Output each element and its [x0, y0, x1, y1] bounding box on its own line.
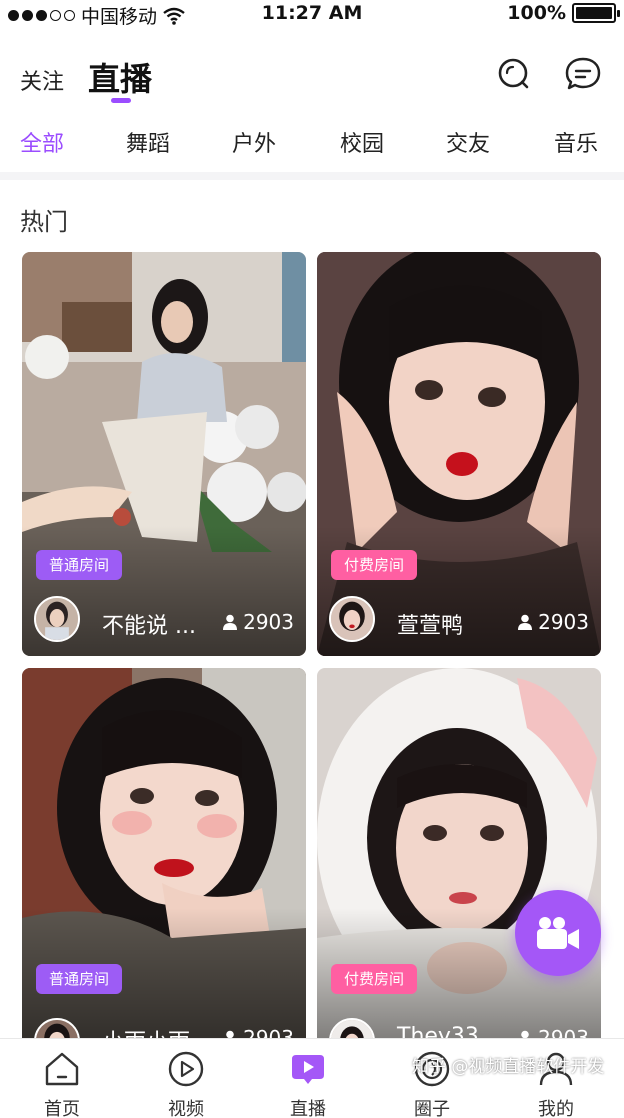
nav-live-label: 直播 — [290, 1099, 326, 1118]
category-tab-friends[interactable]: 交友 — [446, 126, 490, 158]
battery-percent: 100% — [507, 2, 566, 24]
room-type-badge: 付费房间 — [331, 964, 417, 994]
nav-circle-label: 圈子 — [414, 1099, 450, 1118]
anchor-avatar[interactable] — [34, 596, 80, 642]
anchor-avatar[interactable] — [329, 596, 375, 642]
anchor-name: 萱萱鸭 — [397, 614, 464, 639]
category-tab-dance[interactable]: 舞蹈 — [126, 126, 170, 158]
message-icon[interactable] — [563, 54, 603, 94]
anchor-name: 不能说 ... — [102, 614, 196, 639]
tab-follow[interactable]: 关注 — [20, 64, 64, 96]
home-icon — [45, 1052, 79, 1086]
live-room-card[interactable]: 普通房间 小雨小雨 2903 — [22, 668, 306, 1038]
search-icon[interactable] — [494, 54, 534, 94]
video-camera-icon — [537, 917, 579, 949]
tab-live[interactable]: 直播 — [88, 54, 152, 100]
category-tab-campus[interactable]: 校园 — [340, 126, 384, 158]
room-type-badge: 普通房间 — [36, 550, 122, 580]
nav-home-label: 首页 — [44, 1099, 80, 1118]
live-room-card[interactable]: 付费房间 萱萱鸭 2903 — [317, 252, 601, 656]
active-tab-indicator — [111, 98, 131, 103]
section-divider — [0, 172, 624, 180]
category-tab-outdoor[interactable]: 户外 — [232, 126, 276, 158]
viewer-count: 2903 — [223, 1026, 294, 1038]
nav-profile[interactable]: 我的 — [516, 1039, 596, 1118]
bottom-navigation: 首页 视频 直播 圈子 我的 — [0, 1038, 624, 1118]
watermark: 知乎 @视频直播软件开发 — [412, 1057, 605, 1077]
viewer-count: 2903 — [223, 610, 294, 634]
category-tabs: 全部 舞蹈 户外 校园 交友 音乐 — [0, 118, 624, 164]
section-title: 热门 — [20, 208, 68, 236]
viewer-count-value: 2903 — [538, 1026, 589, 1038]
anchor-name: They33 — [397, 1024, 479, 1038]
play-circle-icon — [168, 1051, 204, 1087]
battery-status: 100% — [507, 2, 620, 24]
start-live-button[interactable] — [515, 890, 601, 976]
category-tab-music[interactable]: 音乐 — [554, 126, 598, 158]
live-room-card[interactable]: 付费房间 They33 2903 — [317, 668, 601, 1038]
viewer-count-value: 2903 — [538, 610, 589, 634]
nav-video[interactable]: 视频 — [146, 1039, 226, 1118]
nav-home[interactable]: 首页 — [22, 1039, 102, 1118]
nav-circle[interactable]: 圈子 — [392, 1039, 472, 1118]
battery-icon — [572, 3, 620, 23]
person-icon — [518, 614, 533, 630]
person-icon — [521, 1030, 529, 1038]
live-play-icon — [292, 1055, 324, 1084]
viewer-count: 2903 — [518, 1026, 589, 1038]
anchor-name: 小雨小雨 — [102, 1024, 190, 1038]
category-tab-all[interactable]: 全部 — [20, 126, 64, 158]
live-room-card[interactable]: 普通房间 不能说 ... 2903 — [22, 252, 306, 656]
viewer-count-value: 2903 — [243, 610, 294, 634]
status-bar: 中国移动 11:27 AM 100% — [0, 0, 624, 28]
nav-profile-label: 我的 — [538, 1099, 574, 1118]
person-icon — [226, 1030, 234, 1038]
room-type-badge: 普通房间 — [36, 964, 122, 994]
viewer-count: 2903 — [518, 610, 589, 634]
top-header: 关注 直播 — [0, 44, 624, 108]
battery-level — [576, 7, 612, 19]
viewer-count-value: 2903 — [243, 1026, 294, 1038]
nav-video-label: 视频 — [168, 1099, 204, 1118]
nav-live[interactable]: 直播 — [268, 1039, 348, 1118]
person-icon — [223, 614, 238, 630]
room-type-badge: 付费房间 — [331, 550, 417, 580]
